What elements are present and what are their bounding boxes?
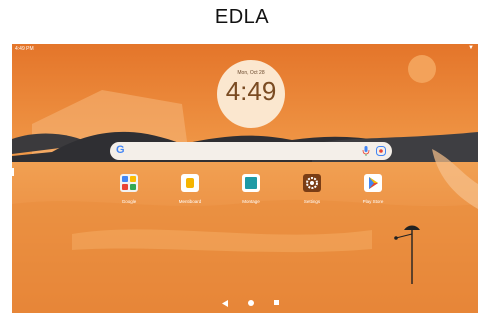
app-play-store[interactable]: Play Store [348,174,398,204]
wifi-icon: ▼ [468,45,474,51]
navigation-bar [12,296,478,313]
app-settings[interactable]: Settings [287,174,337,204]
google-search-bar[interactable]: G [110,142,392,160]
clock-widget[interactable]: Mon, Oct 28 4:49 [217,60,285,128]
app-google-folder[interactable]: Google [104,174,154,204]
app-label: Settings [303,199,321,204]
google-lens-icon[interactable] [376,146,386,156]
tablet-screen: 4:49 PM ▼ Mon, Oct 28 4:49 G Google Ment… [12,44,478,313]
montage-icon [242,174,260,192]
back-button[interactable] [222,300,228,307]
side-edge-handle[interactable] [12,168,14,176]
google-logo-icon: G [116,144,125,156]
caption-title: EDLA [214,6,270,28]
recents-button[interactable] [274,300,279,305]
app-mentiboard[interactable]: Mentiboard [165,174,215,204]
app-label: Google [121,199,137,204]
clock-time: 4:49 [225,76,277,106]
app-label: Montage [242,199,260,204]
app-label: Play Store [362,199,384,204]
google-folder-icon [120,174,138,192]
app-montage[interactable]: Montage [226,174,276,204]
status-time: 4:49 PM [15,46,34,52]
home-button[interactable] [248,300,254,306]
microphone-icon[interactable] [362,146,370,156]
app-label: Mentiboard [178,199,202,204]
mentiboard-icon [181,174,199,192]
play-store-icon [364,174,382,192]
gear-icon [303,174,321,192]
status-bar: 4:49 PM ▼ [12,44,478,54]
